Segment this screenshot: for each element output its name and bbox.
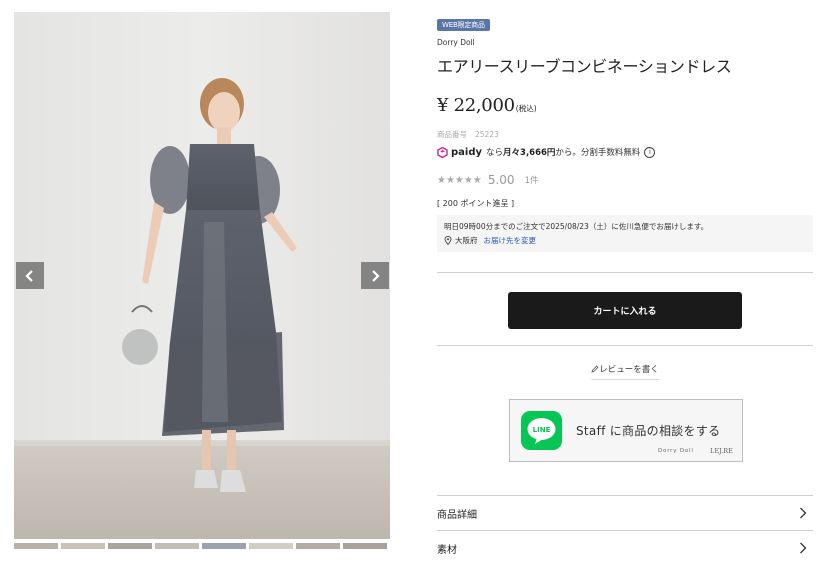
chevron-right-icon (372, 269, 380, 282)
points-note: [ 200 ポイント進呈 ] (437, 199, 515, 208)
product-image-gallery (14, 12, 390, 539)
thumbnail[interactable] (14, 543, 58, 549)
paidy-logo-text: paidy (451, 146, 483, 158)
web-limited-badge: WEB限定商品 (437, 19, 490, 31)
info-icon[interactable]: i (644, 146, 656, 158)
paidy-monthly: 月々3,666円 (503, 148, 556, 158)
price: ¥ 22,000 (437, 95, 515, 116)
line-banner-text: Staff に商品の相談をする (576, 424, 721, 438)
line-staff-consult-banner[interactable]: LINE Staff に商品の相談をする Dorry Doll LEJ.RE (509, 399, 743, 462)
divider (437, 272, 813, 273)
write-review-link[interactable]: レビューを書く (437, 363, 813, 380)
paidy-installment: paidy なら 月々3,666円 から。分割手数料無料 i (437, 146, 813, 158)
line-icon: LINE (527, 418, 556, 444)
line-logo: LINE (521, 411, 562, 450)
thumbnail[interactable] (155, 543, 199, 549)
chevron-right-icon (800, 542, 807, 554)
delivery-location-row: 大阪府 お届け先を変更 (444, 235, 807, 246)
price-row: ¥ 22,000 (税込) (437, 95, 813, 116)
paidy-suffix: から。分割手数料無料 (555, 148, 641, 158)
add-to-cart-button[interactable]: カートに入れる (508, 292, 742, 329)
sku-value: 25223 (475, 130, 499, 139)
product-photo (14, 12, 390, 539)
brand-name[interactable]: Dorry Doll (437, 38, 813, 47)
paidy-prefix: なら (486, 148, 504, 158)
gallery-next-button[interactable] (361, 262, 389, 289)
paidy-logo: paidy (437, 146, 483, 158)
sku-label: 商品番号 (437, 130, 467, 139)
review-count: 1件 (524, 176, 539, 186)
delivery-message: 明日09時00分までのご注文で2025/08/23（土）に佐川急便でお届けします… (444, 222, 709, 231)
accordion-material-label: 素材 (437, 544, 457, 556)
accordion-product-details[interactable]: 商品詳細 (437, 496, 813, 530)
line-logo-text: LINE (533, 426, 551, 434)
thumbnail-strip (14, 543, 390, 549)
product-title: エアリースリーブコンビネーションドレス (437, 57, 732, 76)
divider (437, 345, 813, 346)
product-info: WEB限定商品 Dorry Doll エアリースリーブコンビネーションドレス ¥… (437, 12, 813, 252)
thumbnail[interactable] (108, 543, 152, 549)
delivery-location: 大阪府 (455, 236, 478, 245)
change-destination-link[interactable]: お届け先を変更 (484, 235, 537, 246)
accordion-material[interactable]: 素材 (437, 531, 813, 565)
accordion-details-label: 商品詳細 (437, 509, 477, 521)
thumbnail[interactable] (296, 543, 340, 549)
thumbnail[interactable] (343, 543, 387, 549)
chevron-right-icon (800, 507, 807, 519)
product-number: 商品番号 25223 (437, 129, 813, 140)
chevron-left-icon (25, 269, 33, 282)
gallery-prev-button[interactable] (16, 262, 44, 289)
rating-value: 5.00 (487, 173, 515, 187)
tax-note: (税込) (515, 104, 537, 113)
rating-row[interactable]: ★★★★★ 5.00 1件 (437, 173, 813, 187)
thumbnail[interactable] (202, 543, 246, 549)
line-banner-brand-dorrydoll: Dorry Doll (658, 448, 694, 454)
paidy-icon (437, 146, 448, 158)
delivery-info: 明日09時00分までのご注文で2025/08/23（土）に佐川急便でお届けします… (437, 215, 813, 252)
star-rating: ★★★★★ (437, 174, 482, 186)
thumbnail[interactable] (249, 543, 293, 549)
location-pin-icon (444, 236, 452, 245)
write-review-label: レビューを書く (599, 365, 659, 375)
thumbnail[interactable] (61, 543, 105, 549)
line-banner-brand-lejre: LEJ.RE (710, 447, 733, 455)
